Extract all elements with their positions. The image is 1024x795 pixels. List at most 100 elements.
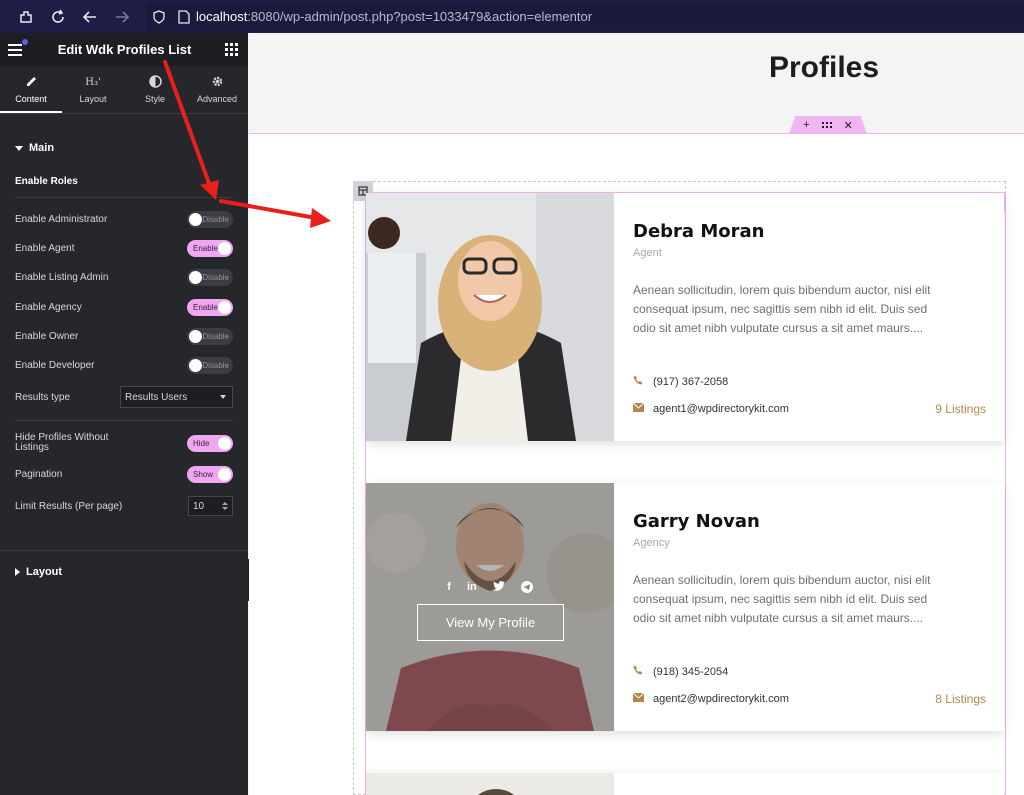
profile-email[interactable]: agent1@wpdirectorykit.com (632, 402, 789, 415)
elementor-panel: Edit Wdk Profiles List Content H₃' Layou… (0, 33, 248, 795)
close-icon[interactable]: ✕ (844, 119, 853, 132)
linkedin-icon[interactable]: in (467, 581, 477, 596)
profile-description: Aenean sollicitudin, lorem quis bibendum… (633, 283, 931, 335)
reload-icon[interactable] (42, 3, 74, 31)
tab-label: Style (144, 94, 165, 104)
profile-card[interactable]: f in View My Profile Garry Novan Agency … (366, 483, 1004, 731)
forward-arrow-icon[interactable] (106, 3, 138, 31)
toggle-state: Show (193, 469, 214, 479)
envelope-icon (632, 692, 645, 705)
enable-roles-heading: Enable Roles (15, 176, 78, 187)
tab-content[interactable]: Content (0, 66, 62, 113)
toggle-hide-profiles[interactable]: Hide (187, 434, 233, 452)
toggle-enable-administrator[interactable]: Disable (187, 210, 233, 228)
twitter-icon[interactable] (492, 581, 505, 596)
toggle-enable-developer[interactable]: Disable (187, 356, 233, 374)
profile-card[interactable] (366, 773, 1004, 795)
phone-text: (918) 345-2054 (653, 665, 729, 678)
profile-phone[interactable]: (917) 367-2058 (633, 375, 728, 388)
control-label: Pagination (15, 468, 63, 480)
profile-name[interactable]: Debra Moran (633, 221, 986, 242)
panel-tabs: Content H₃' Layout Style Advanced (0, 66, 248, 114)
envelope-icon (632, 402, 645, 415)
tab-label: Advanced (196, 94, 238, 104)
drag-handle-icon[interactable] (821, 122, 832, 128)
view-profile-button[interactable]: View My Profile (417, 604, 564, 641)
section-main-label: Main (29, 142, 55, 154)
section-main-toggle[interactable]: Main (15, 142, 54, 154)
divider (0, 550, 248, 551)
panel-title: Edit Wdk Profiles List (57, 42, 192, 57)
toggle-state: Disable (202, 214, 229, 224)
tab-style[interactable]: Style (124, 66, 186, 113)
facebook-icon[interactable]: f (447, 581, 451, 596)
control-label: Hide Profiles Without Listings (15, 432, 109, 453)
profile-photo[interactable] (366, 773, 614, 795)
control-label: Enable Owner (15, 330, 79, 342)
control-label: Results type (15, 391, 71, 403)
address-bar[interactable]: localhost:8080/wp-admin/post.php?post=10… (146, 2, 1024, 31)
control-results-type: Results type Results Users (15, 386, 233, 408)
control-label: Enable Administrator (15, 213, 108, 225)
profile-description: Aenean sollicitudin, lorem quis bibendum… (633, 573, 931, 625)
toggle-enable-agent[interactable]: Enable (187, 239, 233, 257)
caret-right-icon (15, 568, 20, 576)
section-layout-toggle[interactable]: Layout (15, 566, 62, 578)
toggle-state: Disable (202, 360, 229, 370)
control-label: Enable Developer (15, 359, 95, 371)
back-arrow-icon[interactable] (74, 3, 106, 31)
control-hide-profiles: Hide Profiles Without Listings Hide (15, 432, 233, 454)
select-value: Results Users (125, 391, 188, 403)
limit-results-input[interactable]: 10 (188, 496, 233, 516)
widgets-grid-icon[interactable] (225, 43, 238, 56)
gear-icon (211, 75, 224, 91)
tab-advanced[interactable]: Advanced (186, 66, 248, 113)
phone-icon (633, 375, 645, 388)
control-label: Enable Listing Admin (15, 271, 109, 283)
tab-layout[interactable]: H₃' Layout (62, 66, 124, 113)
profile-email[interactable]: agent2@wpdirectorykit.com (632, 692, 789, 705)
toggle-state: Disable (202, 331, 229, 341)
email-text: agent2@wpdirectorykit.com (653, 693, 789, 705)
contrast-icon (148, 75, 162, 91)
control-label: Enable Agency (15, 301, 82, 313)
profile-phone[interactable]: (918) 345-2054 (633, 665, 728, 678)
telegram-icon[interactable] (520, 581, 533, 596)
profile-card-body: Debra Moran Agent Aenean sollicitudin, l… (614, 193, 1004, 441)
divider (15, 197, 233, 198)
divider (15, 420, 233, 421)
caret-down-icon (15, 145, 23, 151)
listings-count-link[interactable]: 9 Listings (935, 402, 986, 416)
profile-card[interactable]: Debra Moran Agent Aenean sollicitudin, l… (366, 193, 1004, 441)
browser-toolbar: localhost:8080/wp-admin/post.php?post=10… (0, 0, 1024, 33)
profile-photo[interactable] (366, 193, 614, 441)
toggle-enable-listing-admin[interactable]: Disable (187, 268, 233, 286)
tab-label: Content (15, 94, 47, 104)
profile-name[interactable]: Garry Novan (633, 511, 986, 532)
toggle-enable-owner[interactable]: Disable (187, 327, 233, 345)
section-handle: + ✕ (789, 116, 867, 134)
results-type-select[interactable]: Results Users (120, 386, 233, 408)
listings-count-link[interactable]: 8 Listings (935, 692, 986, 706)
section-layout-label: Layout (26, 566, 63, 578)
toggle-enable-agency[interactable]: Enable (187, 298, 233, 316)
add-icon[interactable]: + (803, 119, 809, 131)
toggle-state: Enable (193, 243, 218, 253)
page-icon (178, 9, 190, 24)
panel-header: Edit Wdk Profiles List (0, 33, 248, 66)
stepper-icon[interactable] (222, 502, 228, 510)
shield-icon (153, 9, 165, 24)
profile-photo[interactable]: f in View My Profile (366, 483, 614, 731)
profile-role: Agency (633, 537, 670, 549)
notification-dot-icon (22, 38, 28, 45)
toggle-state: Enable (193, 302, 218, 312)
extensions-icon[interactable] (10, 3, 42, 31)
pencil-icon (25, 75, 38, 91)
menu-icon[interactable] (8, 38, 28, 56)
control-enable-administrator: Enable Administrator Disable (15, 208, 233, 230)
toggle-pagination[interactable]: Show (187, 465, 233, 483)
page-title: Profiles (769, 51, 880, 84)
control-enable-agent: Enable Agent Enable (15, 237, 233, 259)
page-header-section: Profiles + ✕ (249, 33, 1024, 134)
control-pagination: Pagination Show (15, 463, 233, 485)
